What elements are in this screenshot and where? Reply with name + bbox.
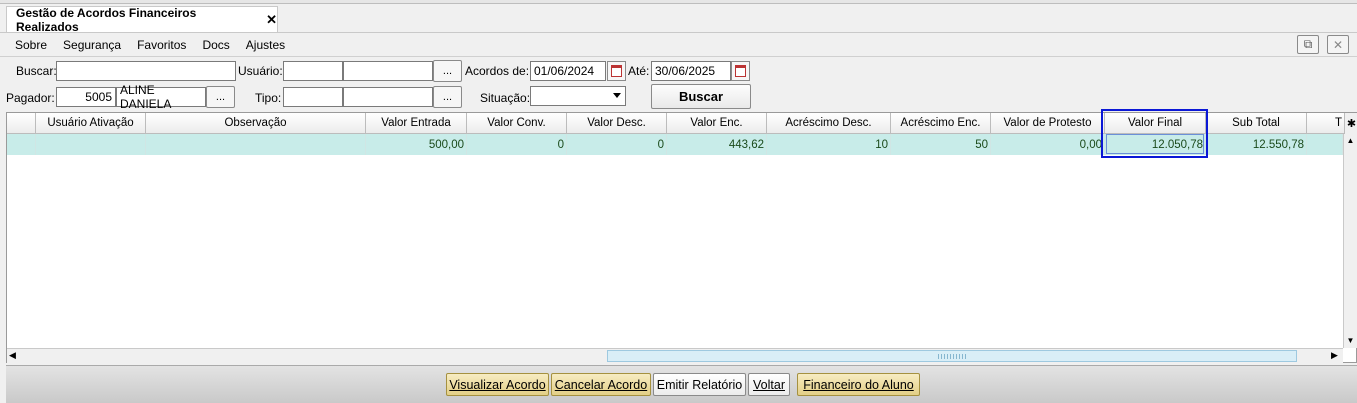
col-valor-final[interactable]: Valor Final [1105,113,1206,134]
menu-bar: Sobre Segurança Favoritos Docs Ajustes [6,35,301,55]
cell-observacao[interactable] [146,134,366,155]
col-observacao[interactable]: Observação [146,113,366,134]
cancelar-acordo-button[interactable]: Cancelar Acordo [551,373,651,396]
col-t[interactable]: T [1307,113,1345,134]
ate-input[interactable]: 30/06/2025 [651,61,731,81]
row-indicator-header [7,113,36,134]
buscar-label: Buscar: [16,64,57,78]
tab-gestao-acordos[interactable]: Gestão de Acordos Financeiros Realizados… [6,5,278,34]
buscar-input[interactable] [56,61,236,81]
horizontal-scroll-thumb[interactable] [607,350,1297,362]
acordos-de-input[interactable]: 01/06/2024 [530,61,606,81]
calendar-to-icon[interactable] [731,61,750,81]
col-acrescimo-desc[interactable]: Acréscimo Desc. [767,113,891,134]
cell-valor-protesto[interactable]: 0,00 [991,134,1105,155]
row-indicator[interactable] [7,134,36,155]
tab-title: Gestão de Acordos Financeiros Realizados [16,5,197,34]
col-sub-total[interactable]: Sub Total [1206,113,1307,134]
emitir-relatorio-button[interactable]: Emitir Relatório [653,373,746,396]
scroll-up-icon[interactable]: ▲ [1344,134,1357,147]
col-acrescimo-enc[interactable]: Acréscimo Enc. [891,113,991,134]
voltar-button[interactable]: Voltar [748,373,790,396]
close-window-icon[interactable]: ✕ [1327,35,1349,54]
menu-seguranca[interactable]: Segurança [63,38,121,52]
tab-divider [0,32,1357,33]
scroll-down-icon[interactable]: ▼ [1344,334,1357,347]
col-usuario-ativacao[interactable]: Usuário Ativação [36,113,146,134]
tipo-code-input[interactable] [283,87,343,107]
footer-toolbar: Visualizar Acordo Cancelar Acordo Emitir… [6,365,1357,403]
financeiro-aluno-button[interactable]: Financeiro do Aluno [797,373,920,396]
usuario-code-input[interactable] [283,61,343,81]
acordos-de-label: Acordos de: [465,64,530,78]
cell-valor-conv[interactable]: 0 [467,134,567,155]
cell-valor-enc[interactable]: 443,62 [667,134,767,155]
scroll-left-icon[interactable]: ◀ [9,350,16,361]
menu-ajustes[interactable]: Ajustes [246,38,285,52]
scroll-grip [938,354,968,359]
tipo-lookup-button[interactable]: ... [433,86,462,108]
situacao-select[interactable] [530,86,626,106]
menu-favoritos[interactable]: Favoritos [137,38,186,52]
menu-docs[interactable]: Docs [202,38,229,52]
tipo-label: Tipo: [255,91,282,105]
cell-acrescimo-desc[interactable]: 10 [767,134,891,155]
pagador-name-input[interactable]: ALINE DANIELA [116,83,206,111]
cell-usuario-ativacao[interactable] [36,134,146,155]
chevron-down-icon [613,93,621,98]
tab-close-icon[interactable]: ✕ [266,12,277,28]
filter-divider [0,56,1357,57]
pagador-code-input[interactable]: 5005 [56,87,116,107]
tipo-name-input[interactable] [343,87,433,107]
buscar-button[interactable]: Buscar [651,84,751,109]
gear-icon[interactable]: ✱ [1345,113,1357,134]
ate-label: Até: [628,64,650,78]
cell-valor-desc[interactable]: 0 [567,134,667,155]
col-valor-entrada[interactable]: Valor Entrada [366,113,467,134]
col-valor-conv[interactable]: Valor Conv. [467,113,567,134]
scroll-right-icon[interactable]: ▶ [1331,350,1338,361]
vertical-scrollbar[interactable]: ▲ ▼ [1343,134,1357,348]
calendar-from-icon[interactable] [607,61,626,81]
situacao-label: Situação: [480,91,531,105]
col-valor-enc[interactable]: Valor Enc. [667,113,767,134]
cell-valor-entrada[interactable]: 500,00 [366,134,467,155]
usuario-label: Usuário: [238,64,283,78]
cell-valor-final[interactable]: 12.050,78 [1105,134,1206,155]
cell-acrescimo-enc[interactable]: 50 [891,134,991,155]
visualizar-acordo-button[interactable]: Visualizar Acordo [446,373,549,396]
pagador-lookup-button[interactable]: ... [206,86,235,108]
cell-t[interactable] [1307,134,1343,155]
window-top-border [0,0,1357,4]
menu-sobre[interactable]: Sobre [15,38,47,52]
col-valor-desc[interactable]: Valor Desc. [567,113,667,134]
usuario-name-input[interactable] [343,61,433,81]
horizontal-scrollbar[interactable]: ◀ ▶ [7,348,1343,363]
col-valor-protesto[interactable]: Valor de Protesto [991,113,1105,134]
pagador-label: Pagador: [6,91,55,105]
usuario-lookup-button[interactable]: ... [433,60,462,82]
cell-sub-total[interactable]: 12.550,78 [1206,134,1307,155]
popout-icon[interactable]: ⧉ [1297,35,1319,54]
acordos-grid: Usuário Ativação Observação Valor Entrad… [6,112,1357,363]
